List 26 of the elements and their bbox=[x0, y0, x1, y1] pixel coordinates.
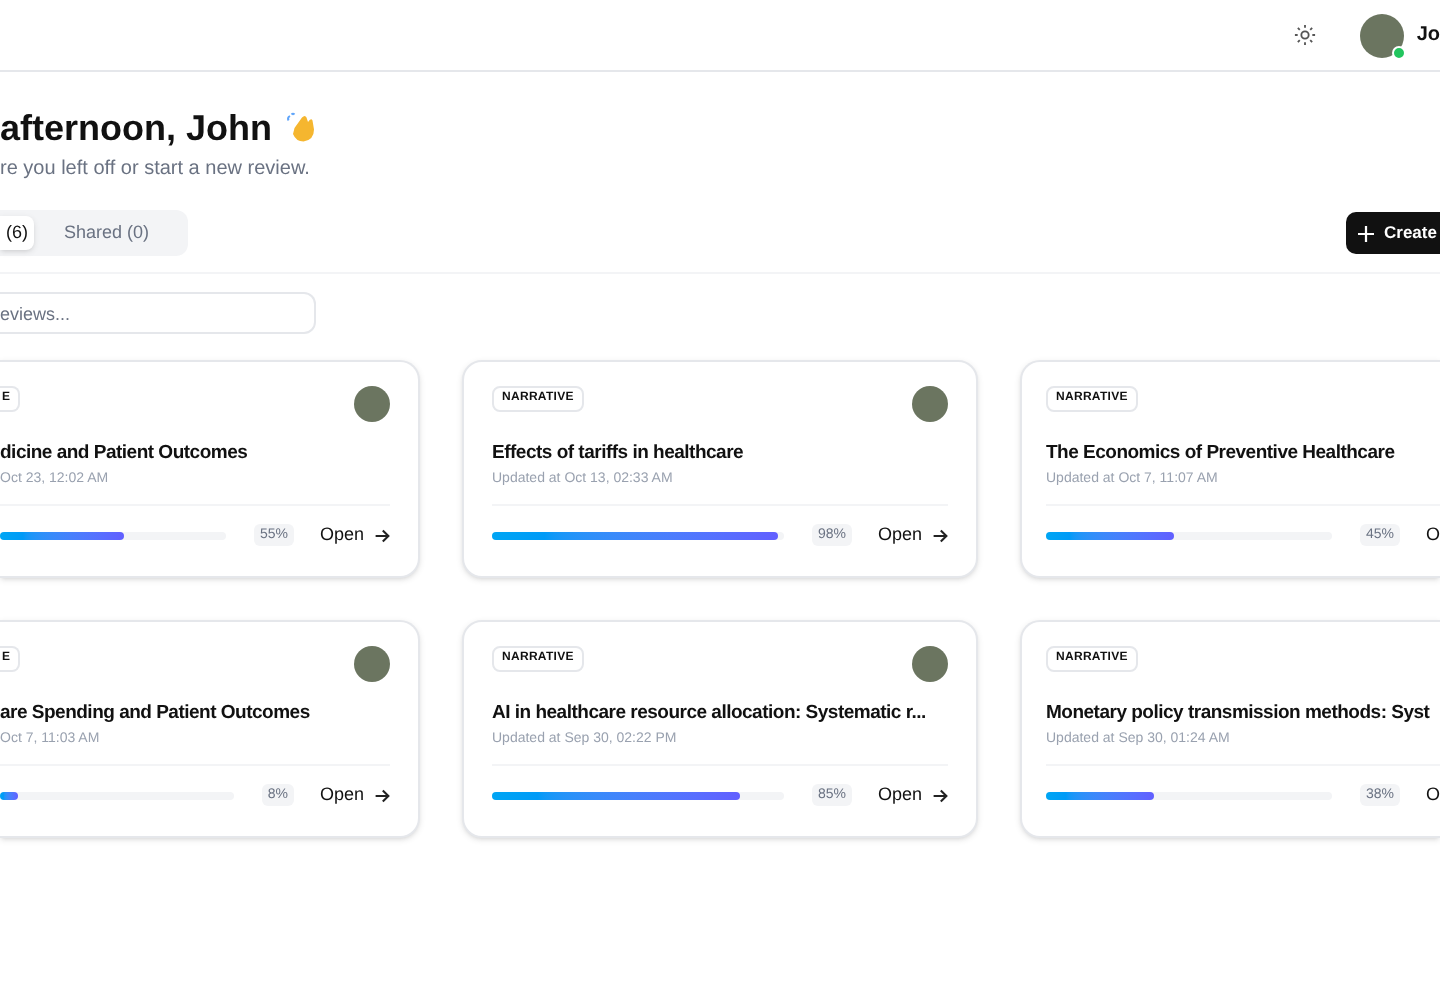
card-title: Effects of tariffs in healthcare bbox=[492, 439, 744, 467]
create-button[interactable]: Create bbox=[1346, 212, 1440, 254]
arrow-right-icon bbox=[374, 527, 390, 543]
card-title: AI in healthcare resource allocation: Systematic r... bbox=[492, 699, 926, 727]
open-button[interactable]: O bbox=[1425, 781, 1440, 809]
avatar[interactable] bbox=[1360, 13, 1405, 57]
card-title: are Spending and Patient Outcomes bbox=[0, 699, 310, 727]
user-name[interactable]: Jo bbox=[1416, 20, 1440, 50]
arrow-right-icon bbox=[374, 787, 390, 803]
card-title: dicine and Patient Outcomes bbox=[0, 439, 248, 467]
sun-icon[interactable] bbox=[1294, 24, 1317, 46]
card-title: The Economics of Preventive Healthcare bbox=[1046, 439, 1395, 467]
arrow-right-icon bbox=[932, 787, 948, 803]
open-button[interactable]: Open bbox=[319, 521, 390, 549]
tab[interactable]: (6) bbox=[0, 216, 34, 250]
tab[interactable]: Shared (0) bbox=[58, 216, 156, 250]
plus-icon bbox=[1358, 225, 1374, 241]
arrow-right-icon bbox=[932, 527, 948, 543]
card-title: Monetary policy transmission methods: Syst bbox=[1046, 699, 1430, 727]
greeting-title: afternoon, John bbox=[0, 106, 272, 150]
open-button[interactable]: Open bbox=[319, 781, 390, 809]
open-button[interactable]: O bbox=[1425, 521, 1440, 549]
greeting-subtitle: re you left off or start a new review. bbox=[0, 156, 312, 184]
open-button[interactable]: Open bbox=[877, 521, 948, 549]
open-button[interactable]: Open bbox=[877, 781, 948, 809]
search-field[interactable]: eviews... bbox=[0, 292, 316, 334]
